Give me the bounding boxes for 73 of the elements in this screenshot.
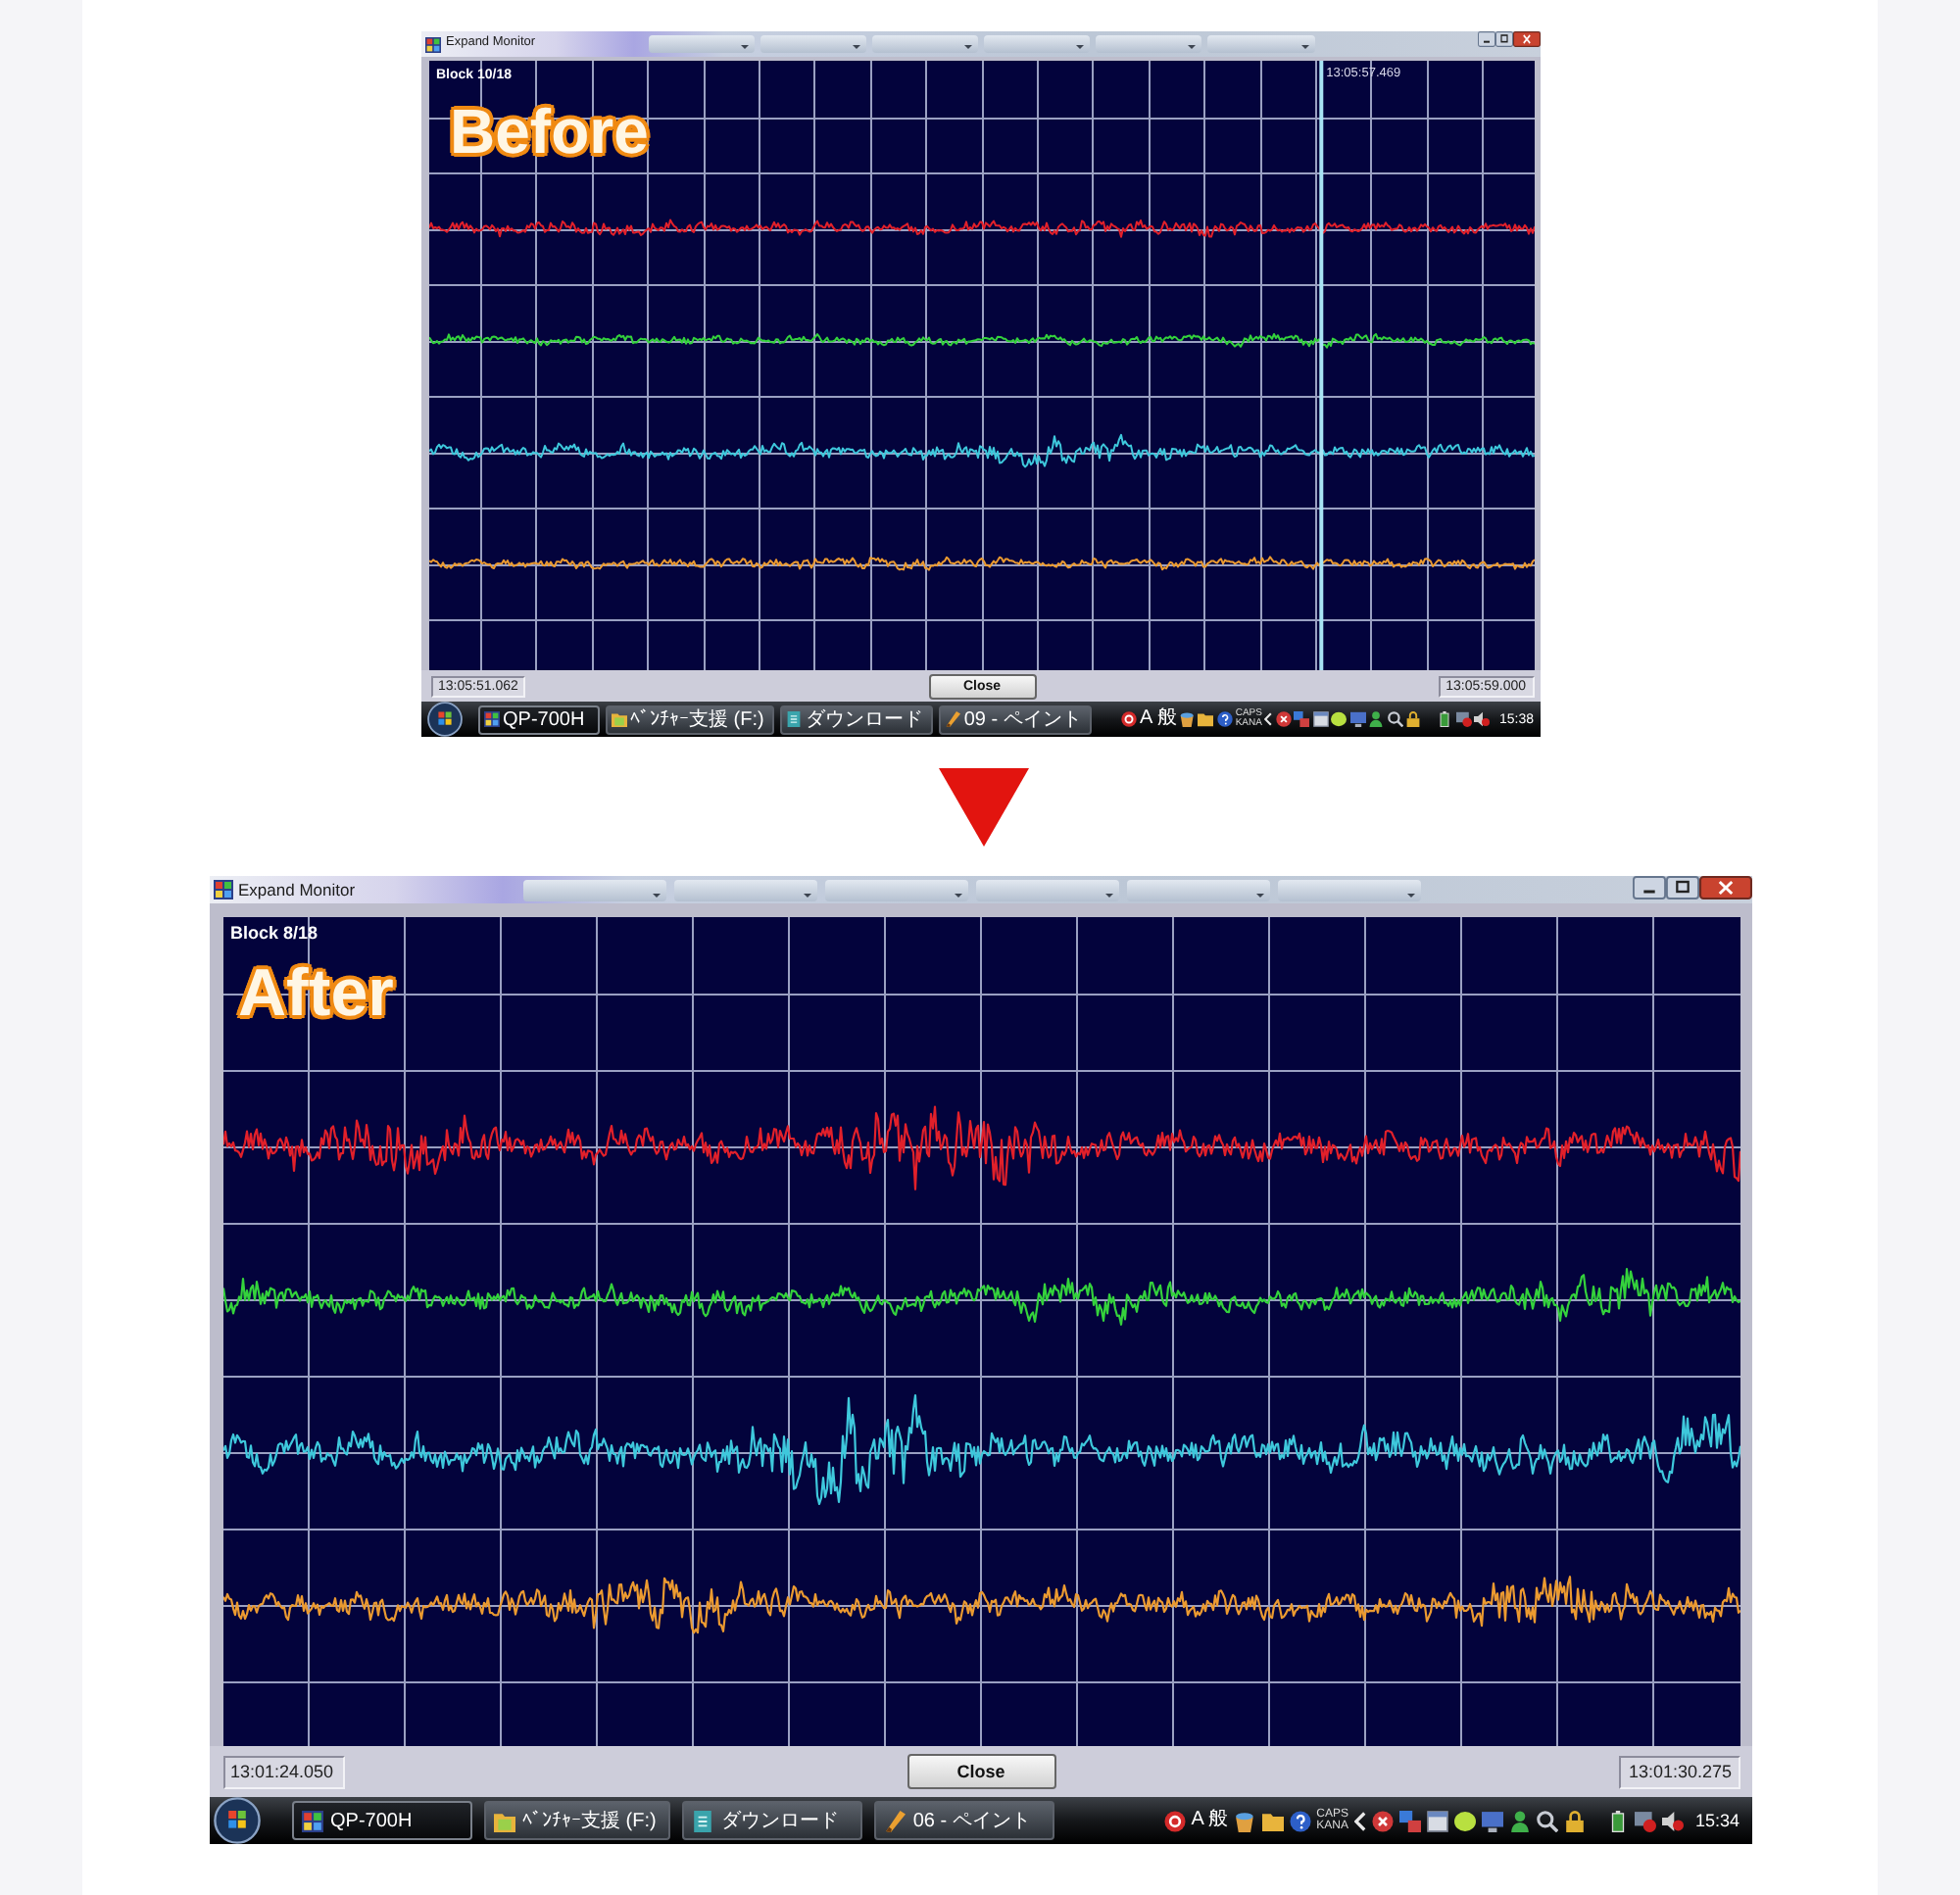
speaker-muted-icon[interactable] <box>1474 711 1491 727</box>
start-button[interactable] <box>426 702 462 737</box>
clock: 15:34 <box>1694 1812 1740 1829</box>
taskbar-button[interactable]: QP-700H <box>477 705 599 734</box>
taskbar-button[interactable]: ダウンロード <box>779 705 933 734</box>
help-icon[interactable] <box>1289 1810 1311 1831</box>
lock-icon[interactable] <box>1563 1810 1586 1831</box>
battery-icon[interactable] <box>1606 1810 1629 1831</box>
blurred-dropdown-drawing <box>1096 35 1202 53</box>
network-icon[interactable] <box>1294 711 1310 727</box>
taskbar-button[interactable]: ダウンロード <box>681 1801 862 1840</box>
chevron-icon[interactable] <box>1353 1810 1366 1831</box>
chat-icon[interactable] <box>1331 711 1348 727</box>
window-title: Expand Monitor <box>238 881 356 899</box>
taskbar-button[interactable]: ﾍﾞﾝﾁｬｰ支援 (F:) <box>605 705 774 734</box>
network-icon[interactable] <box>1398 1810 1421 1831</box>
lock-icon[interactable] <box>1405 711 1422 727</box>
ring-icon[interactable] <box>1120 711 1137 727</box>
start-time-field: 13:01:24.050 <box>222 1755 344 1788</box>
start-button[interactable] <box>213 1797 260 1844</box>
folder-icon[interactable] <box>1261 1810 1284 1831</box>
brush-icon <box>883 1810 906 1831</box>
blurred-dropdown-drawing <box>984 35 1091 53</box>
window-icon[interactable] <box>1312 711 1329 727</box>
blurred-dropdown-drawing <box>871 35 979 53</box>
blurred-dropdown-drawing <box>648 35 755 53</box>
cup-icon[interactable] <box>1234 1810 1256 1831</box>
chat-icon[interactable] <box>1453 1810 1476 1831</box>
maximize-button[interactable] <box>1665 876 1698 899</box>
network-x-icon[interactable] <box>1634 1810 1656 1831</box>
close-window-button[interactable] <box>1698 876 1751 899</box>
folder-icon[interactable] <box>1198 711 1214 727</box>
speaker-muted-icon[interactable] <box>1661 1810 1684 1831</box>
minimize-button[interactable] <box>1477 31 1494 47</box>
ime-indicator[interactable]: A 般 <box>1139 709 1177 729</box>
app-icon <box>424 36 440 52</box>
close-window-button[interactable] <box>1512 31 1540 47</box>
ime-indicator[interactable]: A 般 <box>1191 1811 1229 1830</box>
document-icon <box>691 1810 713 1831</box>
chevron-icon[interactable] <box>1264 711 1273 727</box>
folder-icon <box>611 711 626 727</box>
taskbar-button[interactable]: 06 - ペイント <box>873 1801 1054 1840</box>
app-icon <box>301 1810 322 1831</box>
close-button[interactable]: Close <box>906 1754 1055 1789</box>
taskbar-button[interactable]: QP-700H <box>291 1801 471 1840</box>
magnifier-icon[interactable] <box>1536 1810 1558 1831</box>
cup-icon[interactable] <box>1179 711 1196 727</box>
down-arrow-icon <box>939 768 1029 847</box>
maximize-button[interactable] <box>1494 31 1512 47</box>
app-icon <box>213 880 232 899</box>
app-icon <box>483 711 499 727</box>
document-icon <box>785 711 802 727</box>
taskbar-button[interactable]: 09 - ペイント <box>938 705 1092 734</box>
person-icon[interactable] <box>1368 711 1385 727</box>
network-x-icon[interactable] <box>1455 711 1472 727</box>
help-icon[interactable] <box>1216 711 1233 727</box>
monitor-icon[interactable] <box>1481 1810 1503 1831</box>
x-circle-icon[interactable] <box>1275 711 1292 727</box>
folder-icon <box>493 1810 514 1831</box>
monitor-icon[interactable] <box>1349 711 1366 727</box>
taskbar-button[interactable]: ﾍﾞﾝﾁｬｰ支援 (F:) <box>483 1801 670 1840</box>
ring-icon[interactable] <box>1163 1810 1186 1831</box>
minimize-button[interactable] <box>1632 876 1665 899</box>
x-circle-icon[interactable] <box>1371 1810 1394 1831</box>
blurred-dropdown-drawing <box>1207 35 1315 53</box>
brush-icon <box>944 711 960 727</box>
window-icon[interactable] <box>1426 1810 1448 1831</box>
magnifier-icon[interactable] <box>1387 711 1403 727</box>
person-icon[interactable] <box>1508 1810 1531 1831</box>
end-time-field: 13:01:30.275 <box>1618 1755 1740 1788</box>
blurred-dropdown-drawing <box>760 35 866 53</box>
cursor-line[interactable] <box>1318 61 1323 670</box>
battery-icon[interactable] <box>1437 711 1453 727</box>
